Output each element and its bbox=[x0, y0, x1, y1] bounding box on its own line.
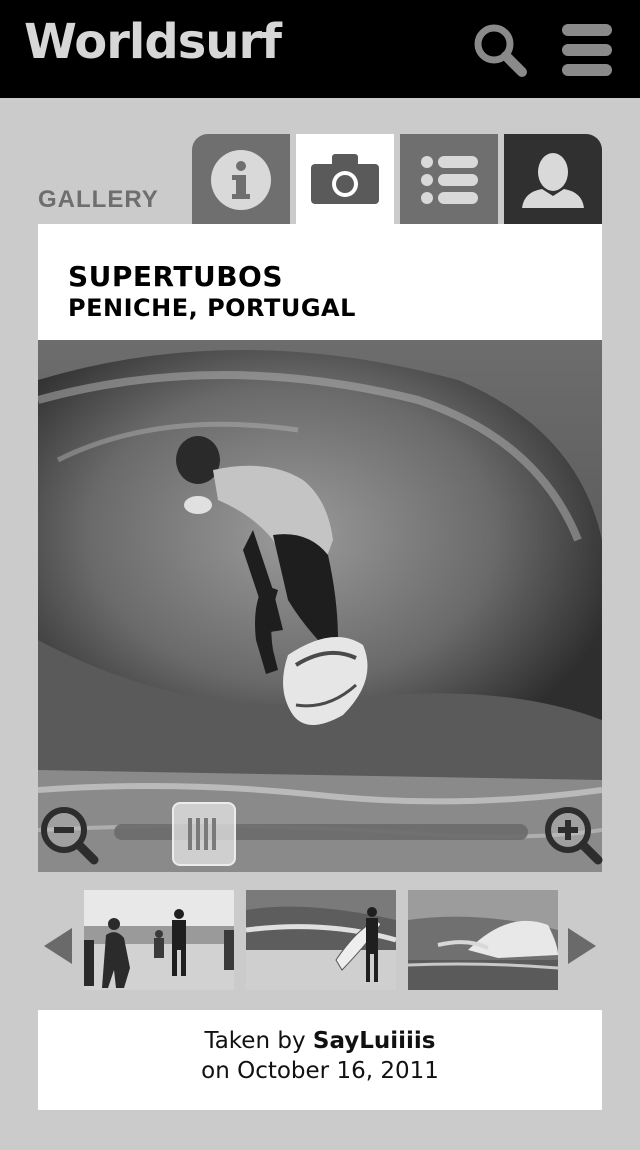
search-icon[interactable] bbox=[470, 20, 530, 80]
hamburger-menu-icon[interactable] bbox=[560, 22, 616, 76]
thumbnail-strip bbox=[38, 872, 602, 1010]
spot-name: SUPERTUBOS bbox=[68, 260, 283, 293]
tab-gallery[interactable] bbox=[296, 134, 394, 224]
zoom-in-icon[interactable] bbox=[542, 804, 604, 866]
thumbnail-3[interactable] bbox=[408, 890, 558, 990]
arrow-right-icon[interactable] bbox=[566, 926, 598, 966]
thumbnail-2[interactable] bbox=[246, 890, 396, 990]
tab-list[interactable] bbox=[400, 134, 498, 224]
caption-prefix: Taken by bbox=[204, 1028, 313, 1054]
camera-icon bbox=[311, 154, 379, 204]
section-label: GALLERY bbox=[38, 186, 159, 213]
main-photo[interactable] bbox=[38, 340, 602, 872]
top-app-bar: Worldsurf bbox=[0, 0, 640, 98]
list-icon bbox=[421, 156, 478, 204]
info-icon bbox=[211, 150, 271, 210]
spot-location: PENICHE, PORTUGAL bbox=[68, 294, 356, 322]
photo-date: on October 16, 2011 bbox=[201, 1058, 439, 1084]
zoom-out-icon[interactable] bbox=[38, 804, 100, 866]
arrow-left-icon[interactable] bbox=[42, 926, 74, 966]
photo-author-link[interactable]: SayLuiiiis bbox=[313, 1028, 436, 1054]
tab-profile[interactable] bbox=[504, 134, 602, 224]
spot-header: SUPERTUBOS PENICHE, PORTUGAL bbox=[38, 224, 602, 340]
gallery-card: SUPERTUBOS PENICHE, PORTUGAL Taken by Sa… bbox=[38, 224, 604, 1110]
tab-info[interactable] bbox=[192, 134, 290, 224]
app-title[interactable]: Worldsurf bbox=[24, 14, 282, 70]
user-icon bbox=[522, 153, 584, 208]
photo-caption: Taken by SayLuiiiis on October 16, 2011 bbox=[38, 1010, 602, 1110]
zoom-slider-handle[interactable] bbox=[172, 802, 236, 866]
thumbnail-1[interactable] bbox=[84, 890, 234, 990]
